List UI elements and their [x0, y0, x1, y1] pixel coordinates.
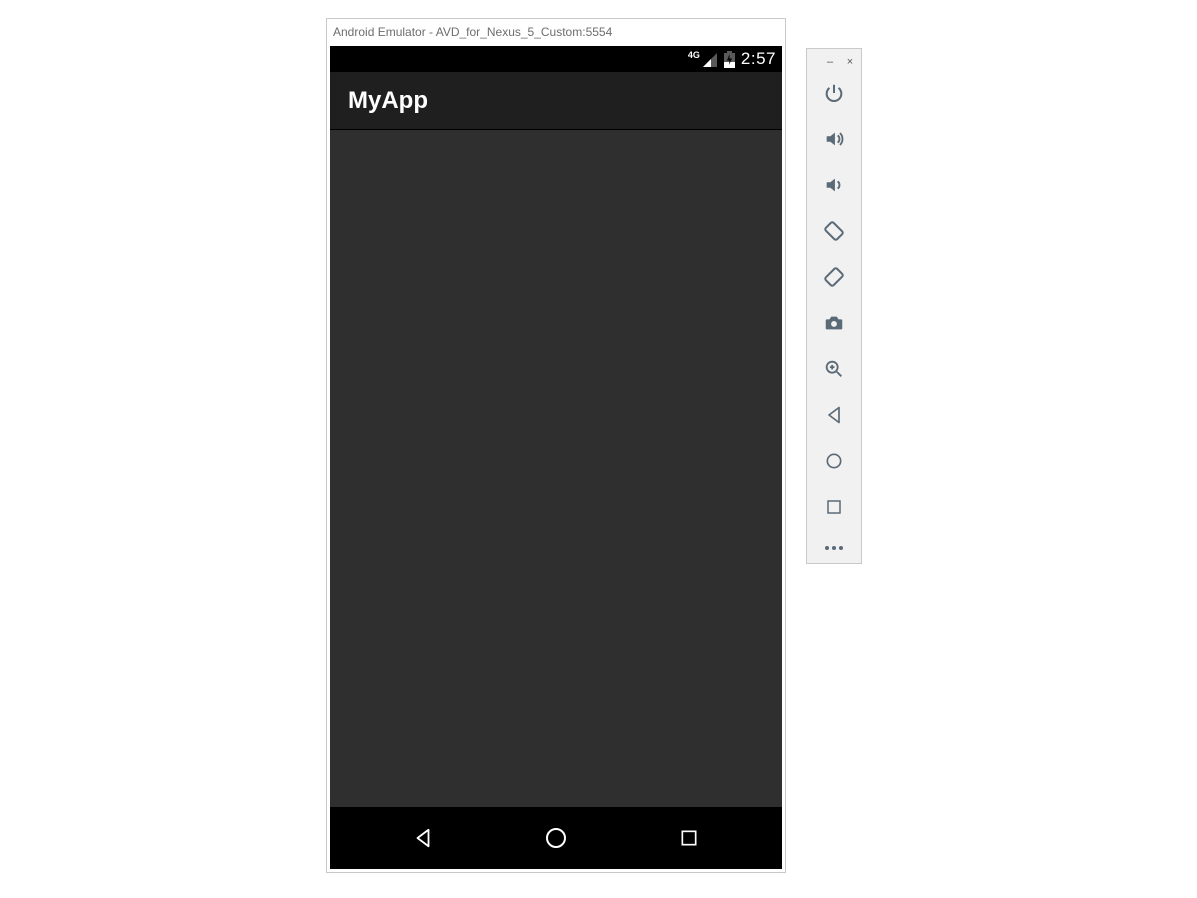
- back-icon: [824, 405, 844, 425]
- close-button[interactable]: ×: [843, 56, 857, 68]
- toolbar-overview-button[interactable]: [822, 495, 846, 519]
- zoom-icon: [823, 358, 845, 380]
- home-icon: [824, 451, 844, 471]
- app-content[interactable]: [330, 130, 782, 807]
- device-frame: 4G 2:57 MyApp: [330, 46, 782, 869]
- power-button[interactable]: [822, 81, 846, 105]
- nav-home-button[interactable]: [516, 814, 596, 862]
- screenshot-button[interactable]: [822, 311, 846, 335]
- toolbar-buttons: [807, 75, 861, 533]
- recents-icon: [679, 828, 699, 848]
- home-icon: [544, 826, 568, 850]
- power-icon: [823, 82, 845, 104]
- stage: Android Emulator - AVD_for_Nexus_5_Custo…: [0, 0, 1197, 898]
- volume-down-button[interactable]: [822, 173, 846, 197]
- emulator-toolbar: – ×: [806, 48, 862, 564]
- toolbar-header: – ×: [807, 49, 861, 75]
- zoom-button[interactable]: [822, 357, 846, 381]
- signal-indicator: 4G: [688, 51, 718, 68]
- status-clock: 2:57: [741, 49, 776, 69]
- app-title: MyApp: [348, 87, 428, 115]
- rotate-left-icon: [822, 219, 846, 243]
- minimize-button[interactable]: –: [823, 56, 837, 68]
- more-icon: [823, 544, 845, 552]
- rotate-right-icon: [822, 265, 846, 289]
- app-bar: MyApp: [330, 72, 782, 130]
- volume-up-icon: [823, 128, 845, 150]
- toolbar-back-button[interactable]: [822, 403, 846, 427]
- navigation-bar: [330, 807, 782, 869]
- toolbar-home-button[interactable]: [822, 449, 846, 473]
- rotate-left-button[interactable]: [822, 219, 846, 243]
- emulator-window: Android Emulator - AVD_for_Nexus_5_Custo…: [326, 18, 786, 873]
- rotate-right-button[interactable]: [822, 265, 846, 289]
- nav-back-button[interactable]: [383, 814, 463, 862]
- cellular-signal-icon: [702, 52, 718, 68]
- volume-down-icon: [823, 174, 845, 196]
- back-icon: [412, 827, 434, 849]
- camera-icon: [823, 312, 845, 334]
- battery-icon: [724, 51, 735, 68]
- toolbar-more-button[interactable]: [807, 533, 861, 563]
- window-title: Android Emulator - AVD_for_Nexus_5_Custo…: [327, 19, 785, 45]
- nav-recents-button[interactable]: [649, 814, 729, 862]
- status-bar: 4G 2:57: [330, 46, 782, 72]
- overview-icon: [825, 498, 843, 516]
- network-type-label: 4G: [688, 51, 700, 60]
- volume-up-button[interactable]: [822, 127, 846, 151]
